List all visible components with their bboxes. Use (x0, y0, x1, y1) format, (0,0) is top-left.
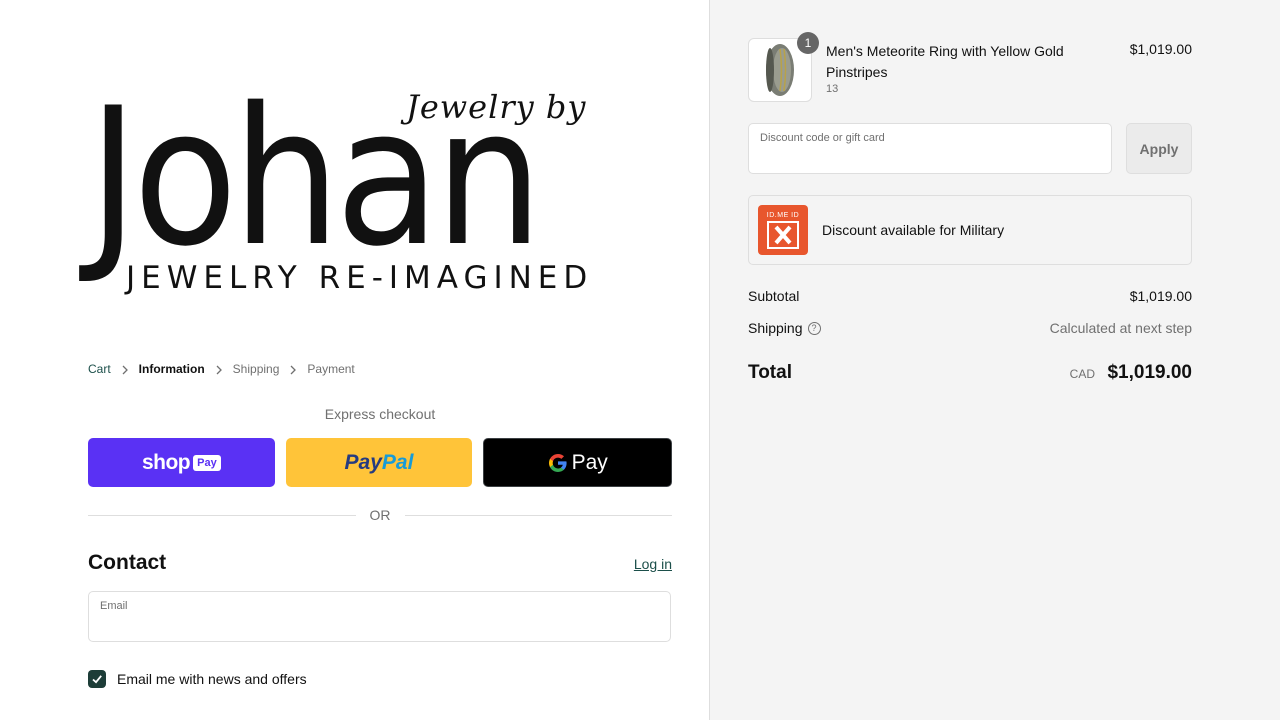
total-amount: CAD $1,019.00 (1070, 362, 1192, 384)
shield-x-icon (767, 220, 799, 249)
chevron-right-icon (205, 362, 233, 376)
total-value: $1,019.00 (1107, 362, 1192, 383)
contact-title: Contact (88, 551, 167, 574)
chevron-right-icon (279, 362, 307, 376)
subtotal-row: Subtotal $1,019.00 (748, 288, 1192, 304)
question-circle-icon[interactable]: ? (807, 321, 821, 335)
express-checkout-label: Express checkout (324, 406, 436, 422)
breadcrumb-payment: Payment (307, 362, 355, 376)
login-link[interactable]: Log in (634, 556, 672, 572)
newsletter-label[interactable]: Email me with news and offers (117, 671, 307, 687)
email-field[interactable]: Email (88, 591, 671, 642)
shop-pay-logo: shop (141, 450, 191, 474)
shop-pay-button[interactable]: shop Pay (88, 438, 275, 487)
shipping-label: Shipping (748, 320, 803, 336)
product-variant: 13 (826, 83, 839, 95)
email-field-label: Email (100, 600, 128, 612)
product-price: $1,019.00 (1129, 41, 1192, 57)
cart-line-item: 1 Men's Meteorite Ring with Yellow Gold … (748, 32, 1192, 102)
paypal-logo-pal: Pal (381, 450, 414, 474)
or-text: OR (369, 507, 391, 523)
shop-pay-pill: Pay (193, 454, 221, 471)
store-logo[interactable]: Jewelry by Johan JEWELRY RE-IMAGINED (88, 67, 672, 298)
product-name: Men's Meteorite Ring with Yellow Gold Pi… (826, 43, 1064, 80)
ring-image (766, 44, 794, 96)
idme-logo-icon: ID.ME ID (758, 205, 808, 255)
paypal-button[interactable]: Pay Pal (285, 438, 473, 487)
logo-tagline: JEWELRY RE-IMAGINED (126, 260, 594, 296)
contact-header: Contact Log in (88, 551, 672, 575)
breadcrumb-cart[interactable]: Cart (88, 362, 111, 376)
divider-line (404, 514, 672, 516)
newsletter-checkbox[interactable] (88, 670, 106, 688)
shipping-value: Calculated at next step (1049, 320, 1192, 336)
chevron-right-icon (111, 362, 139, 376)
military-discount-text: Discount available for Military (822, 222, 1005, 238)
apply-discount-button[interactable]: Apply (1126, 123, 1192, 174)
google-pay-label: Pay (571, 450, 608, 474)
or-divider: OR (88, 505, 672, 525)
discount-code-field[interactable]: Discount code or gift card (748, 123, 1112, 174)
checkout-main: Jewelry by Johan JEWELRY RE-IMAGINED Car… (0, 0, 710, 720)
newsletter-option[interactable]: Email me with news and offers (88, 670, 307, 688)
subtotal-label: Subtotal (748, 288, 800, 304)
total-row: Total CAD $1,019.00 (748, 362, 1192, 384)
idme-logo-text: ID.ME ID (766, 211, 800, 219)
discount-field-label: Discount code or gift card (760, 132, 885, 144)
discount-input[interactable] (760, 148, 1086, 164)
paypal-logo-pay: Pay (344, 450, 382, 474)
shipping-row: Shipping ? Calculated at next step (748, 320, 1192, 336)
order-summary (710, 0, 1280, 720)
google-pay-button[interactable]: Pay (483, 438, 673, 487)
total-label: Total (748, 362, 792, 383)
divider-line (88, 514, 356, 516)
quantity-badge: 1 (797, 32, 819, 54)
subtotal-value: $1,019.00 (1129, 288, 1192, 304)
express-checkout-buttons: shop Pay Pay Pal Pay (88, 438, 673, 488)
total-currency: CAD (1069, 367, 1096, 381)
google-g-icon (548, 453, 567, 472)
military-discount-banner[interactable]: ID.ME ID Discount available for Military (748, 195, 1192, 265)
breadcrumb: Cart Information Shipping Payment (88, 360, 355, 378)
breadcrumb-information: Information (138, 362, 205, 376)
checkmark-icon (92, 675, 102, 684)
shipping-label-wrap: Shipping ? (748, 320, 821, 336)
breadcrumb-shipping: Shipping (232, 362, 280, 376)
email-input[interactable] (100, 616, 623, 632)
logo-name-text: Johan (88, 67, 543, 288)
